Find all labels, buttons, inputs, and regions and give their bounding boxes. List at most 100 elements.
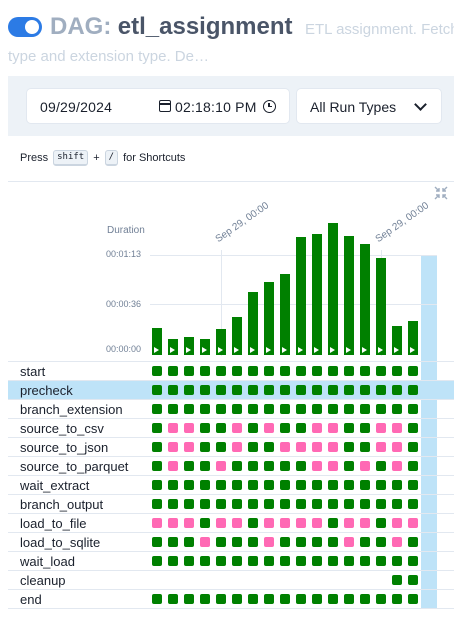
task-instance-cell[interactable] <box>312 499 322 509</box>
task-instance-cell[interactable] <box>360 518 370 528</box>
task-instance-cell[interactable] <box>392 594 402 604</box>
task-instance-cell[interactable] <box>168 518 178 528</box>
task-instance-cell[interactable] <box>184 423 194 433</box>
task-instance-cell[interactable] <box>408 366 418 376</box>
task-instance-cell[interactable] <box>376 594 386 604</box>
task-instance-cell[interactable] <box>328 461 338 471</box>
task-instance-cell[interactable] <box>312 404 322 414</box>
task-instance-cell[interactable] <box>152 385 162 395</box>
task-instance-cell[interactable] <box>232 594 242 604</box>
task-instance-cell[interactable] <box>184 480 194 490</box>
task-instance-cell[interactable] <box>360 537 370 547</box>
task-instance-cell[interactable] <box>216 366 226 376</box>
task-instance-cell[interactable] <box>264 461 274 471</box>
task-instance-cell[interactable] <box>264 442 274 452</box>
task-instance-cell[interactable] <box>216 518 226 528</box>
task-instance-cell[interactable] <box>296 594 306 604</box>
task-instance-cell[interactable] <box>408 404 418 414</box>
run-duration-bar[interactable] <box>232 317 242 355</box>
task-instance-cell[interactable] <box>184 594 194 604</box>
task-instance-cell[interactable] <box>168 594 178 604</box>
task-instance-cell[interactable] <box>296 404 306 414</box>
task-instance-cell[interactable] <box>152 404 162 414</box>
task-row[interactable]: load_to_file <box>8 513 454 532</box>
task-instance-cell[interactable] <box>184 556 194 566</box>
task-instance-cell[interactable] <box>232 518 242 528</box>
task-instance-cell[interactable] <box>328 442 338 452</box>
task-instance-cell[interactable] <box>216 404 226 414</box>
task-instance-cell[interactable] <box>344 556 354 566</box>
task-instance-cell[interactable] <box>328 499 338 509</box>
task-instance-cell[interactable] <box>392 461 402 471</box>
task-instance-cell[interactable] <box>200 518 210 528</box>
task-instance-cell[interactable] <box>360 423 370 433</box>
task-instance-cell[interactable] <box>376 442 386 452</box>
task-instance-cell[interactable] <box>360 480 370 490</box>
task-instance-cell[interactable] <box>216 480 226 490</box>
task-instance-cell[interactable] <box>392 366 402 376</box>
task-instance-cell[interactable] <box>200 499 210 509</box>
task-instance-cell[interactable] <box>344 537 354 547</box>
task-instance-cell[interactable] <box>376 461 386 471</box>
task-row[interactable]: end <box>8 589 454 608</box>
task-instance-cell[interactable] <box>168 404 178 414</box>
task-instance-cell[interactable] <box>296 518 306 528</box>
task-row[interactable]: precheck <box>8 380 454 399</box>
calendar-icon[interactable] <box>159 100 171 112</box>
task-instance-cell[interactable] <box>312 518 322 528</box>
task-instance-cell[interactable] <box>360 385 370 395</box>
task-instance-cell[interactable] <box>216 556 226 566</box>
task-name[interactable]: precheck <box>20 383 73 398</box>
task-instance-cell[interactable] <box>408 537 418 547</box>
task-instance-cell[interactable] <box>376 537 386 547</box>
task-instance-cell[interactable] <box>168 461 178 471</box>
task-instance-cell[interactable] <box>232 480 242 490</box>
task-instance-cell[interactable] <box>264 404 274 414</box>
task-instance-cell[interactable] <box>344 423 354 433</box>
task-instance-cell[interactable] <box>232 537 242 547</box>
task-row[interactable]: source_to_parquet <box>8 456 454 475</box>
task-instance-cell[interactable] <box>168 366 178 376</box>
task-instance-cell[interactable] <box>232 499 242 509</box>
task-instance-cell[interactable] <box>360 594 370 604</box>
run-duration-bar[interactable] <box>376 258 386 355</box>
task-instance-cell[interactable] <box>248 404 258 414</box>
task-instance-cell[interactable] <box>152 518 162 528</box>
run-duration-bar[interactable] <box>296 237 306 355</box>
task-instance-cell[interactable] <box>408 594 418 604</box>
task-instance-cell[interactable] <box>296 385 306 395</box>
task-instance-cell[interactable] <box>248 480 258 490</box>
task-instance-cell[interactable] <box>360 499 370 509</box>
task-instance-cell[interactable] <box>344 518 354 528</box>
task-row[interactable]: source_to_json <box>8 437 454 456</box>
task-name[interactable]: start <box>20 364 45 379</box>
task-instance-cell[interactable] <box>280 556 290 566</box>
task-instance-cell[interactable] <box>376 366 386 376</box>
task-instance-cell[interactable] <box>344 480 354 490</box>
task-instance-cell[interactable] <box>168 537 178 547</box>
pause-toggle[interactable] <box>8 17 42 37</box>
task-instance-cell[interactable] <box>216 385 226 395</box>
task-instance-cell[interactable] <box>344 461 354 471</box>
task-instance-cell[interactable] <box>168 423 178 433</box>
run-duration-bar[interactable] <box>264 282 274 355</box>
task-instance-cell[interactable] <box>360 461 370 471</box>
task-instance-cell[interactable] <box>264 423 274 433</box>
task-instance-cell[interactable] <box>392 423 402 433</box>
task-instance-cell[interactable] <box>264 499 274 509</box>
task-name[interactable]: load_to_file <box>20 516 87 531</box>
task-instance-cell[interactable] <box>264 385 274 395</box>
task-instance-cell[interactable] <box>360 442 370 452</box>
task-instance-cell[interactable] <box>376 385 386 395</box>
task-instance-cell[interactable] <box>152 423 162 433</box>
task-instance-cell[interactable] <box>392 518 402 528</box>
task-instance-cell[interactable] <box>296 366 306 376</box>
task-instance-cell[interactable] <box>408 518 418 528</box>
task-instance-cell[interactable] <box>200 442 210 452</box>
task-instance-cell[interactable] <box>296 480 306 490</box>
task-instance-cell[interactable] <box>328 537 338 547</box>
task-instance-cell[interactable] <box>312 366 322 376</box>
task-name[interactable]: source_to_json <box>20 440 108 455</box>
task-instance-cell[interactable] <box>360 366 370 376</box>
task-instance-cell[interactable] <box>280 404 290 414</box>
